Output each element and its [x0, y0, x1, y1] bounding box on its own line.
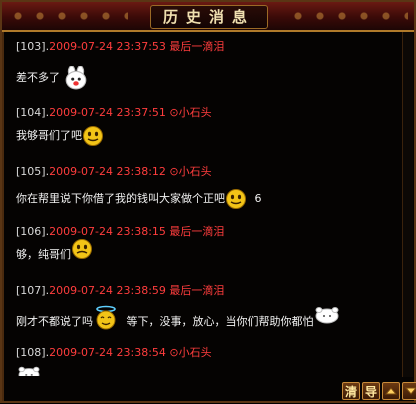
message-suffix: 6 — [254, 192, 262, 205]
clear-button[interactable]: 清 — [342, 382, 360, 400]
message-item: [108].2009-07-24 23:38:54 ⊙小石头 — [16, 346, 400, 376]
message-header: [105].2009-07-24 23:38:12 ⊙小石头 — [16, 165, 400, 179]
message-body: 够，纯哥们 — [16, 239, 400, 269]
scroll-up-button[interactable] — [382, 382, 400, 400]
message-body: 刚才不都说了吗 等下，没事，放心，当你们帮助你都怕 — [16, 305, 400, 336]
message-index: [108]. — [16, 346, 50, 359]
scroll-down-button[interactable] — [402, 382, 416, 400]
arrow-up-icon — [384, 387, 398, 395]
message-sender[interactable]: 最后一滴泪 — [169, 284, 224, 297]
message-text: 够，纯哥们 — [16, 248, 71, 261]
message-header: [103].2009-07-24 23:37:53 最后一滴泪 — [16, 40, 400, 54]
message-timestamp: 2009-07-24 23:37:51 — [49, 106, 166, 119]
message-scrollbar[interactable] — [402, 32, 413, 377]
message-timestamp: 2009-07-24 23:38:54 — [49, 346, 166, 359]
message-body: 差不多了 — [16, 64, 400, 92]
yellow-smiley-icon — [226, 189, 246, 209]
message-body — [16, 360, 400, 376]
angel-smiley-icon — [96, 305, 116, 330]
white-bunny-icon — [65, 66, 86, 90]
message-timestamp: 2009-07-24 23:38:12 — [49, 165, 166, 178]
message-item: [103].2009-07-24 23:37:53 最后一滴泪 差不多了 — [16, 40, 400, 90]
message-index: [104]. — [16, 106, 50, 119]
message-text: 我够哥们了吧 — [16, 129, 82, 142]
message-timestamp: 2009-07-24 23:38:15 — [49, 225, 166, 238]
message-sender[interactable]: 小石头 — [179, 165, 212, 178]
message-body: 我够哥们了吧 — [16, 122, 400, 150]
white-bunny-icon — [18, 366, 40, 376]
message-header: [106].2009-07-24 23:38:15 最后一滴泪 — [16, 225, 400, 239]
message-text: 你在帮里说下你借了我的钱叫大家做个正吧 — [16, 192, 225, 205]
message-sender[interactable]: 最后一滴泪 — [169, 40, 224, 53]
yellow-smiley-icon — [72, 239, 92, 259]
sender-status-icon: ⊙ — [169, 106, 179, 119]
sender-status-icon: ⊙ — [169, 346, 179, 359]
message-sender[interactable]: 最后一滴泪 — [169, 225, 224, 238]
message-index: [107]. — [16, 284, 50, 297]
message-header: [108].2009-07-24 23:38:54 ⊙小石头 — [16, 346, 400, 360]
title-ornament-right — [288, 6, 408, 26]
export-button[interactable]: 导 — [362, 382, 380, 400]
title-ornament-left — [8, 6, 128, 26]
message-index: [103]. — [16, 40, 50, 53]
message-body: 你在帮里说下你借了我的钱叫大家做个正吧 6 — [16, 185, 400, 213]
sender-status-icon: ⊙ — [169, 165, 179, 178]
arrow-down-icon — [404, 387, 416, 395]
message-sender[interactable]: 小石头 — [179, 106, 212, 119]
frame-left — [2, 32, 4, 401]
message-item: [104].2009-07-24 23:37:51 ⊙小石头 我够哥们了吧 — [16, 106, 400, 148]
message-index: [106]. — [16, 225, 50, 238]
window-title: 历史消息 — [150, 5, 268, 29]
message-list: [103].2009-07-24 23:37:53 最后一滴泪 差不多了 [10… — [16, 36, 400, 376]
message-text-continued: 等下，没事，放心，当你们帮助你都怕 — [126, 315, 314, 328]
message-header: [104].2009-07-24 23:37:51 ⊙小石头 — [16, 106, 400, 120]
white-bunny-icon — [315, 307, 338, 324]
message-index: [105]. — [16, 165, 50, 178]
message-timestamp: 2009-07-24 23:37:53 — [49, 40, 166, 53]
history-window: 历史消息 [103].2009-07-24 23:37:53 最后一滴泪 差不多… — [0, 0, 416, 403]
message-sender[interactable]: 小石头 — [179, 346, 212, 359]
message-text: 差不多了 — [16, 71, 60, 84]
yellow-smiley-icon — [83, 126, 103, 146]
message-timestamp: 2009-07-24 23:38:59 — [49, 284, 166, 297]
message-item: [105].2009-07-24 23:38:12 ⊙小石头 你在帮里说下你借了… — [16, 165, 400, 209]
message-text: 刚才不都说了吗 — [16, 315, 93, 328]
title-bar[interactable]: 历史消息 — [2, 2, 414, 32]
message-item: [107].2009-07-24 23:38:59 最后一滴泪 刚才不都说了吗 … — [16, 284, 400, 330]
message-header: [107].2009-07-24 23:38:59 最后一滴泪 — [16, 284, 400, 298]
message-item: [106].2009-07-24 23:38:15 最后一滴泪 够，纯哥们 — [16, 225, 400, 267]
